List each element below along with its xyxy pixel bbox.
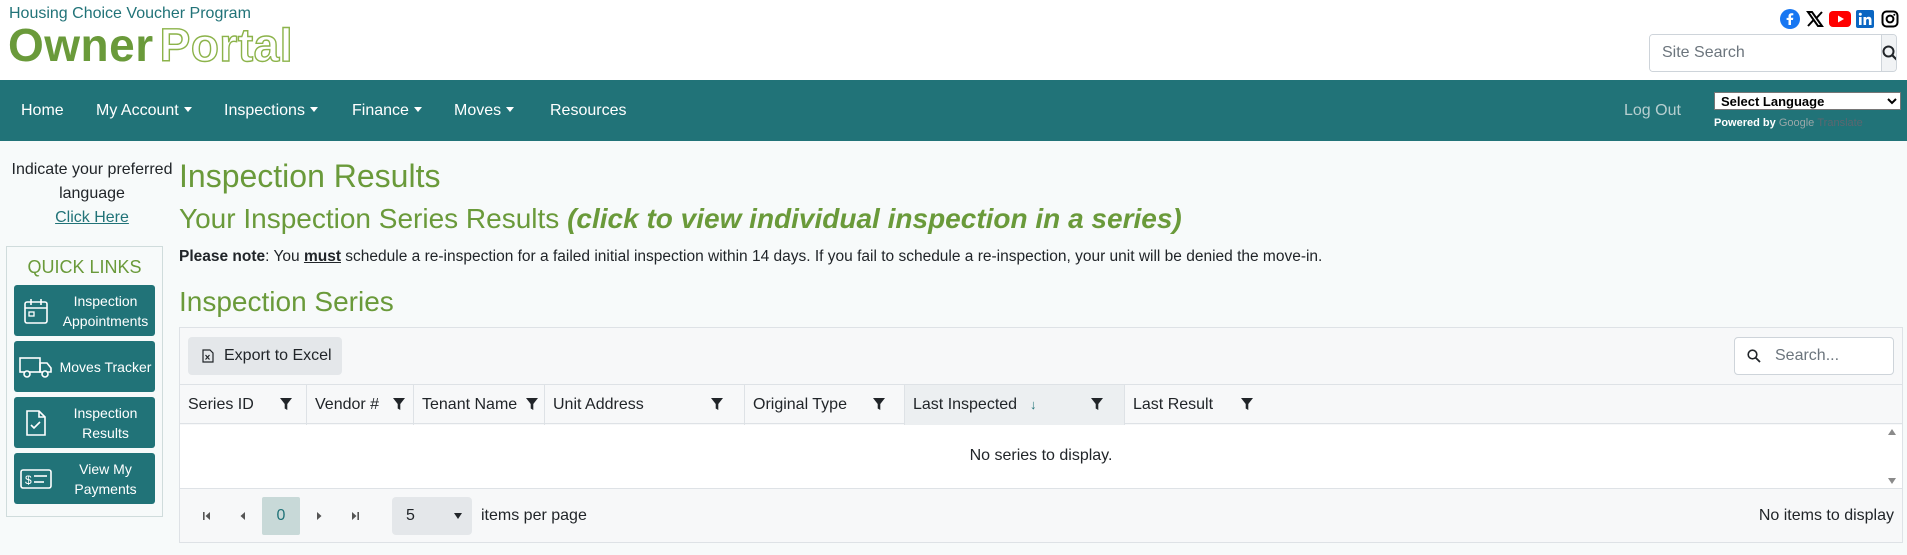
column-last-result[interactable]: Last Result bbox=[1125, 385, 1255, 425]
grid-body: No series to display. bbox=[180, 425, 1902, 489]
nav-home[interactable]: Home bbox=[21, 80, 64, 141]
site-logo[interactable]: Owner Portal bbox=[8, 19, 294, 71]
current-page[interactable]: 0 bbox=[262, 497, 300, 535]
page-subtitle: Your Inspection Series Results (click to… bbox=[179, 203, 1182, 234]
caret-down-icon bbox=[506, 107, 515, 113]
nav-inspections[interactable]: Inspections bbox=[224, 80, 318, 141]
logo-owner: Owner bbox=[8, 19, 154, 71]
filter-icon[interactable] bbox=[873, 398, 885, 411]
filter-icon[interactable] bbox=[1091, 398, 1103, 411]
pager-status: No items to display bbox=[1758, 507, 1894, 524]
filter-icon[interactable] bbox=[526, 398, 538, 411]
previous-page-icon bbox=[240, 512, 245, 520]
search-icon bbox=[1747, 349, 1761, 363]
calendar-icon bbox=[14, 297, 58, 325]
quick-link-label: Inspection Appointments bbox=[62, 292, 149, 329]
scroll-up-arrow[interactable] bbox=[1888, 429, 1896, 435]
column-original-type[interactable]: Original Type bbox=[745, 385, 905, 425]
items-per-page-label: items per page bbox=[481, 507, 587, 524]
quick-links-panel: QUICK LINKS Inspection Appointments Move… bbox=[6, 246, 163, 517]
grid-search-input[interactable]: Search... bbox=[1775, 347, 1839, 365]
nav-finance[interactable]: Finance bbox=[352, 80, 422, 141]
grid-pager: 0 5 items per page No items to display bbox=[180, 490, 1902, 542]
language-note-text: Indicate your preferred language bbox=[11, 161, 173, 202]
section-title: Inspection Series bbox=[179, 286, 394, 317]
logo-portal: Portal bbox=[159, 19, 294, 71]
excel-file-icon bbox=[202, 349, 214, 363]
column-tenant-name[interactable]: Tenant Name bbox=[414, 385, 545, 425]
youtube-icon[interactable] bbox=[1829, 8, 1851, 30]
scroll-down-arrow[interactable] bbox=[1888, 478, 1896, 484]
quick-link-label: Inspection Results bbox=[73, 404, 138, 441]
first-page-button[interactable] bbox=[188, 497, 226, 535]
money-bill-icon: $ bbox=[14, 468, 58, 490]
social-links bbox=[1779, 8, 1901, 30]
facebook-icon[interactable] bbox=[1779, 8, 1801, 30]
column-last-inspected[interactable]: Last Inspected ↓ bbox=[905, 385, 1125, 425]
export-to-excel-button[interactable]: Export to Excel bbox=[188, 337, 342, 375]
main-nav: Home My Account Inspections Finance Move… bbox=[0, 80, 1907, 141]
column-series-id[interactable]: Series ID bbox=[180, 385, 307, 425]
page-title: Inspection Results bbox=[179, 158, 441, 194]
search-icon bbox=[1882, 45, 1896, 61]
svg-text:$: $ bbox=[25, 473, 32, 487]
x-twitter-icon[interactable] bbox=[1804, 8, 1826, 30]
empty-message: No series to display. bbox=[969, 447, 1113, 464]
nav-my-account[interactable]: My Account bbox=[96, 80, 192, 141]
grid-search[interactable]: Search... bbox=[1734, 337, 1894, 375]
quick-link-label: View My Payments bbox=[74, 460, 137, 497]
filter-icon[interactable] bbox=[280, 398, 292, 411]
export-label: Export to Excel bbox=[224, 347, 332, 364]
column-unit-address[interactable]: Unit Address bbox=[545, 385, 745, 425]
reinspection-note: Please note: You must schedule a re-insp… bbox=[179, 248, 1323, 265]
nav-moves[interactable]: Moves bbox=[454, 80, 515, 141]
quick-link-moves-tracker[interactable]: Moves Tracker bbox=[14, 341, 155, 392]
first-page-icon bbox=[203, 512, 210, 520]
inspection-series-grid: Export to Excel Search... Series ID Vend… bbox=[179, 327, 1903, 543]
document-check-icon bbox=[14, 409, 58, 437]
nav-logout[interactable]: Log Out bbox=[1624, 80, 1681, 141]
google-translate-credit: Powered by Google Translate bbox=[1714, 117, 1863, 129]
language-click-here-link[interactable]: Click Here bbox=[55, 209, 129, 226]
next-page-icon bbox=[317, 512, 322, 520]
filter-icon[interactable] bbox=[711, 398, 723, 411]
site-search-input[interactable] bbox=[1650, 35, 1881, 71]
site-search bbox=[1649, 34, 1897, 72]
last-page-button[interactable] bbox=[336, 497, 374, 535]
quick-link-view-my-payments[interactable]: $ View My Payments bbox=[14, 453, 155, 504]
linkedin-icon[interactable] bbox=[1854, 8, 1876, 30]
language-note: Indicate your preferred language Click H… bbox=[10, 158, 174, 230]
sort-descending-icon: ↓ bbox=[1030, 397, 1037, 412]
caret-down-icon bbox=[183, 107, 192, 113]
caret-down-icon bbox=[413, 107, 422, 113]
caret-down-icon bbox=[309, 107, 318, 113]
truck-icon bbox=[14, 355, 58, 379]
last-page-icon bbox=[352, 512, 359, 520]
quick-link-inspection-results[interactable]: Inspection Results bbox=[14, 397, 155, 448]
column-vendor[interactable]: Vendor # bbox=[307, 385, 414, 425]
nav-resources[interactable]: Resources bbox=[550, 80, 626, 141]
page-size-select[interactable]: 5 bbox=[392, 497, 472, 535]
grid-header: Series ID Vendor # Tenant Name Unit Addr… bbox=[180, 384, 1902, 425]
site-search-button[interactable] bbox=[1881, 35, 1896, 71]
quick-link-label: Moves Tracker bbox=[59, 358, 152, 375]
caret-down-icon bbox=[454, 513, 462, 519]
filter-icon[interactable] bbox=[393, 398, 405, 411]
quick-link-inspection-appointments[interactable]: Inspection Appointments bbox=[14, 285, 155, 336]
filter-icon[interactable] bbox=[1241, 398, 1253, 411]
quick-links-title: QUICK LINKS bbox=[27, 257, 142, 277]
previous-page-button[interactable] bbox=[224, 497, 262, 535]
instagram-icon[interactable] bbox=[1879, 8, 1901, 30]
site-header: Housing Choice Voucher Program Owner Port… bbox=[0, 0, 1907, 80]
next-page-button[interactable] bbox=[300, 497, 338, 535]
language-select[interactable]: Select Language bbox=[1714, 92, 1901, 110]
